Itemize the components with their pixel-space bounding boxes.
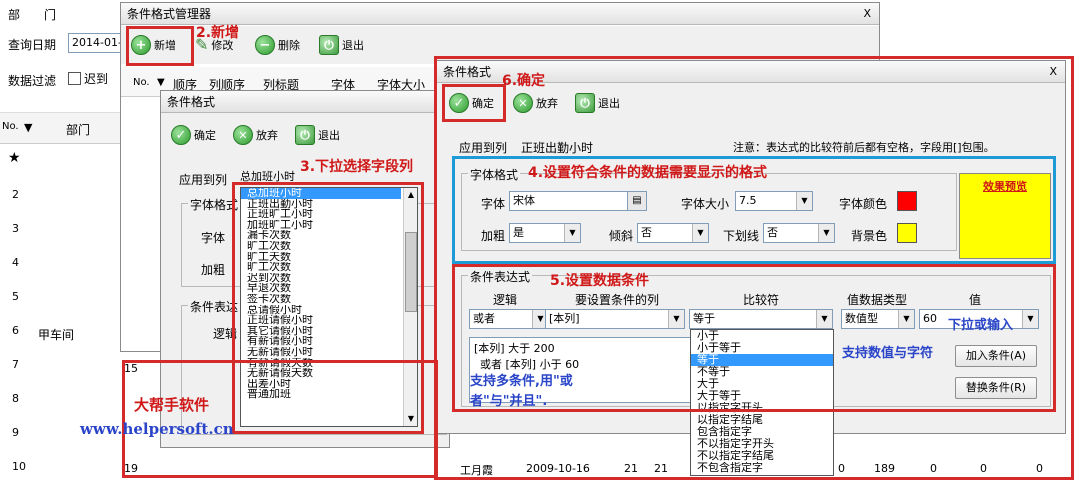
minus-icon: − — [255, 35, 275, 55]
cf-small-bold-label: 加粗 — [201, 263, 226, 277]
cf-small-ok-button[interactable]: ✓ 确定 — [171, 125, 216, 145]
delete-button-label: 删除 — [278, 39, 300, 52]
dept-cell: 甲车间 — [38, 328, 75, 342]
exit-icon: ⏻ — [319, 35, 339, 55]
cf-small-exit-button[interactable]: ⏻ 退出 — [295, 125, 340, 145]
row-number: 5 — [12, 290, 19, 303]
cross-icon: ✕ — [233, 125, 253, 145]
row-number: 10 — [12, 460, 26, 473]
mgr-col-no: No. — [133, 77, 150, 88]
late-checkbox[interactable]: 迟到 — [68, 70, 108, 87]
annotation-step2: 2.新增 — [196, 25, 240, 41]
cf-small-exit-label: 退出 — [318, 129, 340, 142]
manager-close-button[interactable]: X — [863, 3, 871, 25]
cf-small-discard-label: 放弃 — [256, 129, 278, 142]
exit-icon: ⏻ — [295, 125, 315, 145]
brand-highlight-box — [122, 360, 438, 478]
dept-label: 部 门 — [8, 8, 57, 22]
annotation-step3: 3.下拉选择字段列 — [300, 159, 414, 175]
brand-text: 大帮手软件 — [134, 396, 210, 414]
row-number: 8 — [12, 392, 19, 405]
check-icon: ✓ — [171, 125, 191, 145]
row-number: 6 — [12, 324, 19, 337]
delete-button[interactable]: − 删除 — [255, 35, 300, 55]
checkbox-box — [68, 72, 81, 85]
col-dept: 部门 — [66, 123, 91, 137]
row-number: 9 — [12, 426, 19, 439]
query-date-input[interactable]: 2014-01- — [68, 33, 124, 53]
annotation-step5: 5.设置数据条件 — [550, 273, 650, 289]
dropdown-hint: 下拉或输入 — [948, 318, 1014, 333]
late-checkbox-label: 迟到 — [84, 72, 109, 86]
row-number: 7 — [12, 358, 19, 371]
manager-title: 条件格式管理器 — [127, 7, 212, 21]
cf-small-font-label: 字体 — [201, 231, 226, 245]
annotation-step4: 4.设置符合条件的数据需要显示的格式 — [528, 165, 768, 181]
col-no: No. — [2, 121, 19, 132]
main-grid-header: No. ▼ 部门 — [0, 112, 124, 144]
manager-exit-button[interactable]: ⏻ 退出 — [319, 35, 364, 55]
support-num-char-note: 支持数值与字符 — [842, 346, 934, 361]
ok-highlight-box — [442, 84, 506, 122]
filter-icon[interactable]: ▼ — [24, 121, 32, 134]
cf-small-apply-label: 应用到列 — [179, 173, 228, 187]
website-text: www.helpersoft.cn — [80, 420, 234, 438]
query-date-label: 查询日期 — [8, 38, 57, 52]
row-number: 4 — [12, 256, 19, 269]
star-icon: ★ — [8, 150, 21, 166]
cf-small-ok-label: 确定 — [194, 129, 216, 142]
support-multi-note: 支持多条件,用"或者"与"并且". — [470, 374, 573, 409]
cf-small-titlebar: 条件格式 — [161, 91, 449, 113]
filter-label: 数据过滤 — [8, 74, 57, 88]
row-number: 3 — [12, 222, 19, 235]
annotation-step6: 6.确定 — [502, 73, 546, 89]
cf-small-title: 条件格式 — [167, 95, 216, 109]
cf-small-discard-button[interactable]: ✕ 放弃 — [233, 125, 278, 145]
row-number: 2 — [12, 188, 19, 201]
manager-exit-label: 退出 — [342, 39, 364, 52]
mgr-filter-icon[interactable]: ▼ — [157, 77, 165, 88]
add-highlight-box — [126, 26, 194, 66]
